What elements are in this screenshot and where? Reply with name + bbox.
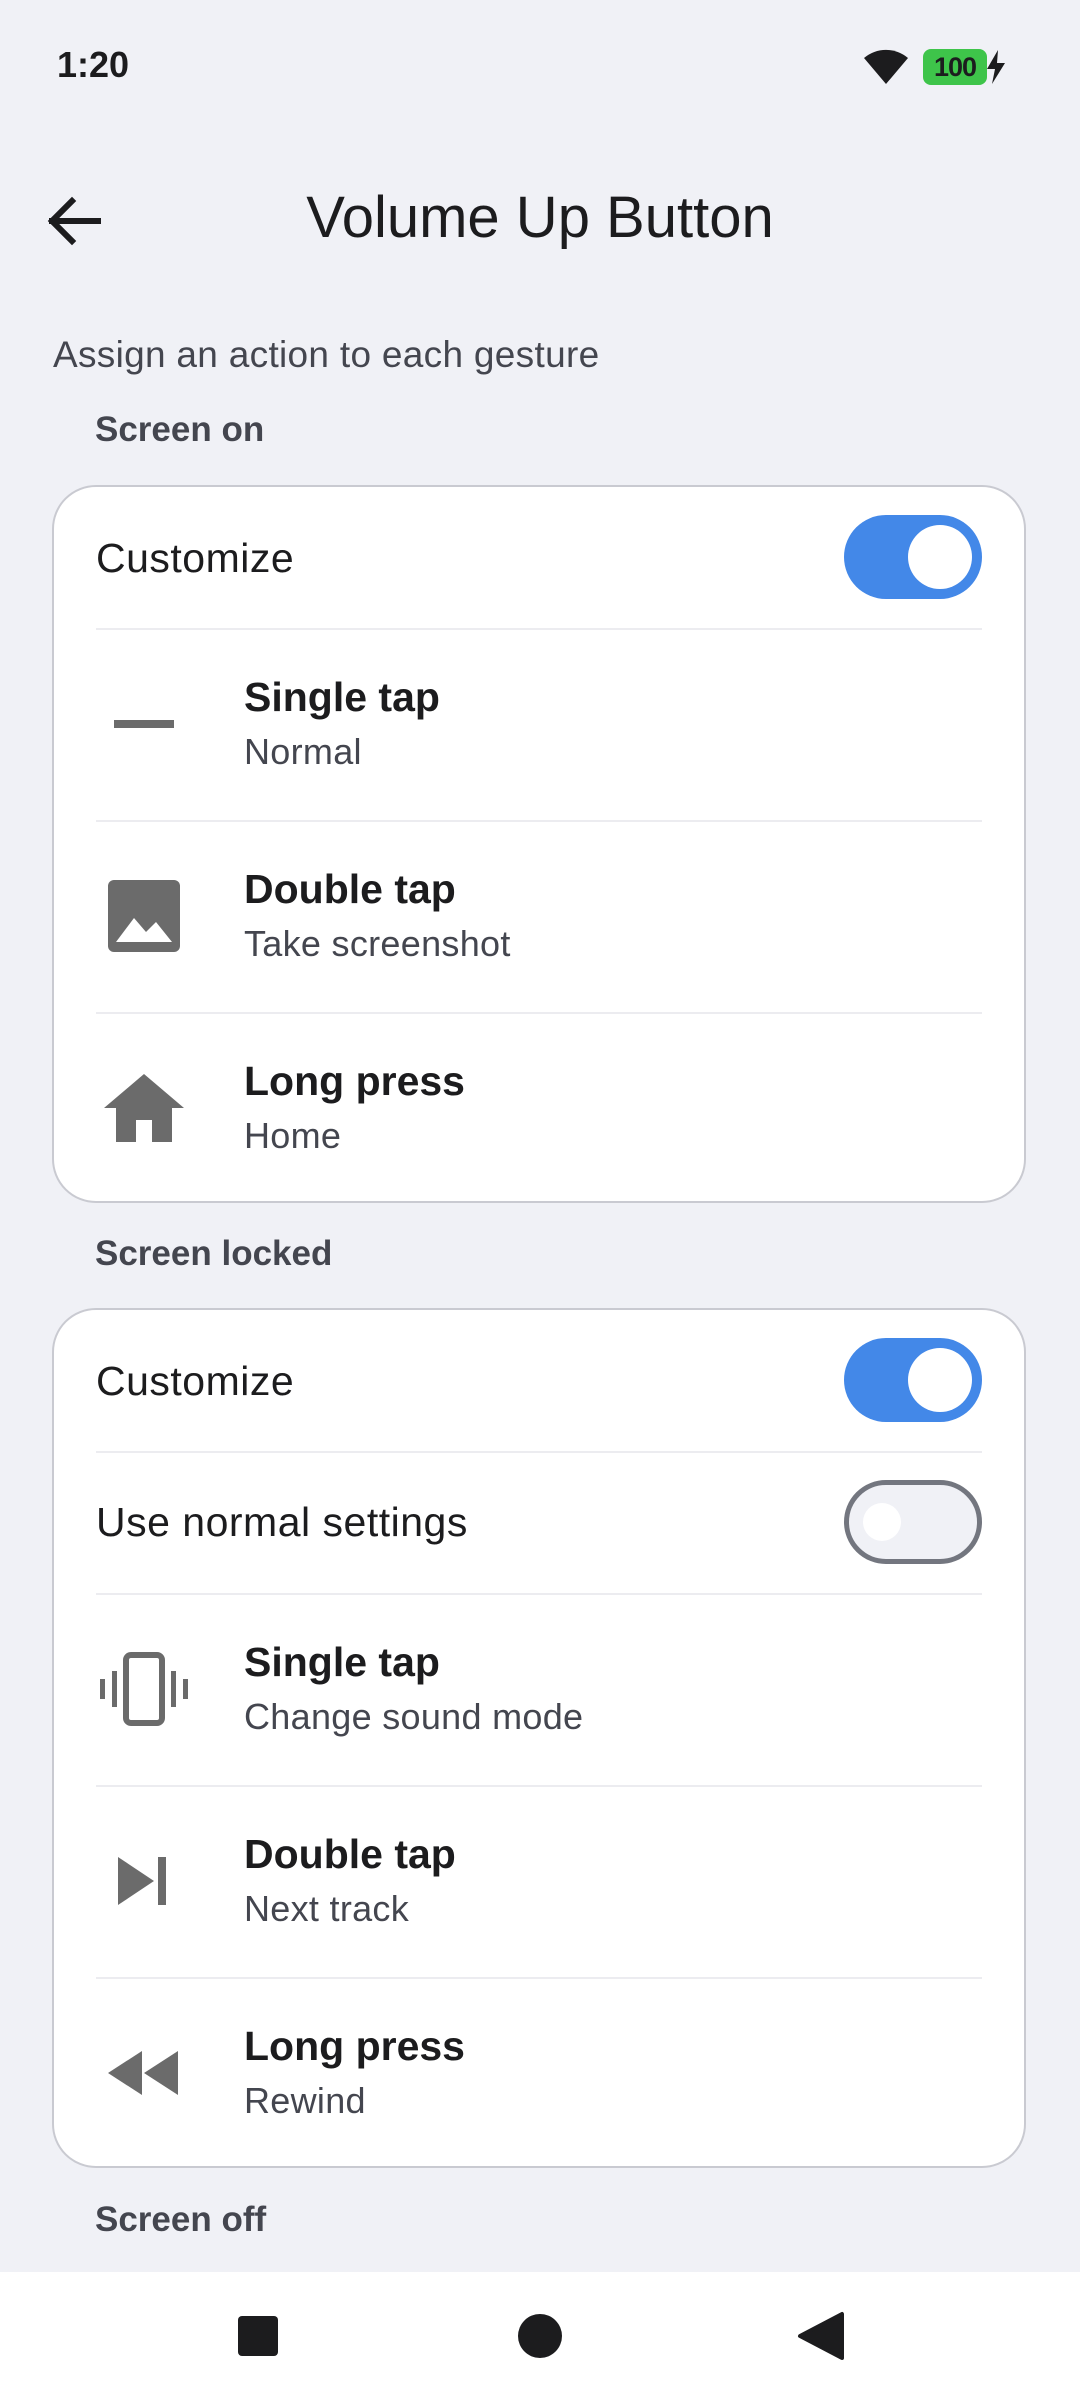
screen-on-customize-row[interactable]: Customize xyxy=(96,487,982,630)
gesture-title: Double tap xyxy=(244,866,456,912)
rewind-icon xyxy=(108,2051,178,2095)
home-circle-icon[interactable] xyxy=(500,2296,580,2376)
status-time: 1:20 xyxy=(57,44,130,85)
skip-next-icon xyxy=(118,1857,166,1905)
gesture-title: Long press xyxy=(244,1058,465,1104)
customize-label: Customize xyxy=(96,1358,295,1404)
navigation-bar xyxy=(0,2272,1080,2400)
battery-icon: 100 xyxy=(923,49,987,85)
customize-label: Customize xyxy=(96,535,295,581)
charging-bolt-icon xyxy=(987,50,1005,84)
screen-locked-customize-row[interactable]: Customize xyxy=(96,1310,982,1453)
gesture-title: Double tap xyxy=(244,1831,456,1877)
battery-level: 100 xyxy=(933,51,977,82)
section-header-screen-off: Screen off xyxy=(95,2200,267,2239)
gesture-title: Single tap xyxy=(244,674,440,720)
toggle-knob xyxy=(908,1348,972,1412)
gesture-value: Normal xyxy=(244,731,362,772)
section-header-screen-locked: Screen locked xyxy=(95,1234,333,1273)
toggle-knob xyxy=(863,1503,901,1541)
home-icon xyxy=(104,1074,184,1142)
screen-locked-long-press-row[interactable]: Long press Rewind xyxy=(96,1977,982,2169)
screen-on-card: Customize Single tap Normal Double tap T… xyxy=(52,485,1026,1203)
vibrate-icon xyxy=(100,1652,188,1726)
page-subtitle: Assign an action to each gesture xyxy=(53,334,600,375)
use-normal-settings-toggle[interactable] xyxy=(844,1480,982,1564)
toggle-knob xyxy=(908,525,972,589)
image-icon xyxy=(108,880,180,952)
use-normal-settings-label: Use normal settings xyxy=(96,1499,468,1545)
page-title: Volume Up Button xyxy=(306,185,774,250)
wifi-icon xyxy=(864,49,908,84)
dash-icon xyxy=(114,720,174,728)
screen-on-customize-toggle[interactable] xyxy=(844,515,982,599)
screen-on-single-tap-row[interactable]: Single tap Normal xyxy=(96,628,982,822)
screen-on-long-press-row[interactable]: Long press Home xyxy=(96,1012,982,1204)
status-bar: 1:20 100 xyxy=(0,0,1080,130)
gesture-value: Change sound mode xyxy=(244,1696,584,1737)
screen-on-double-tap-row[interactable]: Double tap Take screenshot xyxy=(96,820,982,1014)
section-header-screen-on: Screen on xyxy=(95,410,265,449)
gesture-value: Next track xyxy=(244,1888,410,1929)
recents-square-icon[interactable] xyxy=(218,2296,298,2376)
gesture-value: Home xyxy=(244,1115,342,1156)
gesture-title: Long press xyxy=(244,2023,465,2069)
gesture-value: Take screenshot xyxy=(244,923,511,964)
screen-locked-single-tap-row[interactable]: Single tap Change sound mode xyxy=(96,1593,982,1787)
screen-locked-card: Customize Use normal settings Single tap… xyxy=(52,1308,1026,2168)
use-normal-settings-row[interactable]: Use normal settings xyxy=(96,1451,982,1595)
back-triangle-icon[interactable] xyxy=(782,2296,862,2376)
gesture-title: Single tap xyxy=(244,1639,440,1685)
screen-locked-customize-toggle[interactable] xyxy=(844,1338,982,1422)
screen-locked-double-tap-row[interactable]: Double tap Next track xyxy=(96,1785,982,1979)
gesture-value: Rewind xyxy=(244,2080,366,2121)
